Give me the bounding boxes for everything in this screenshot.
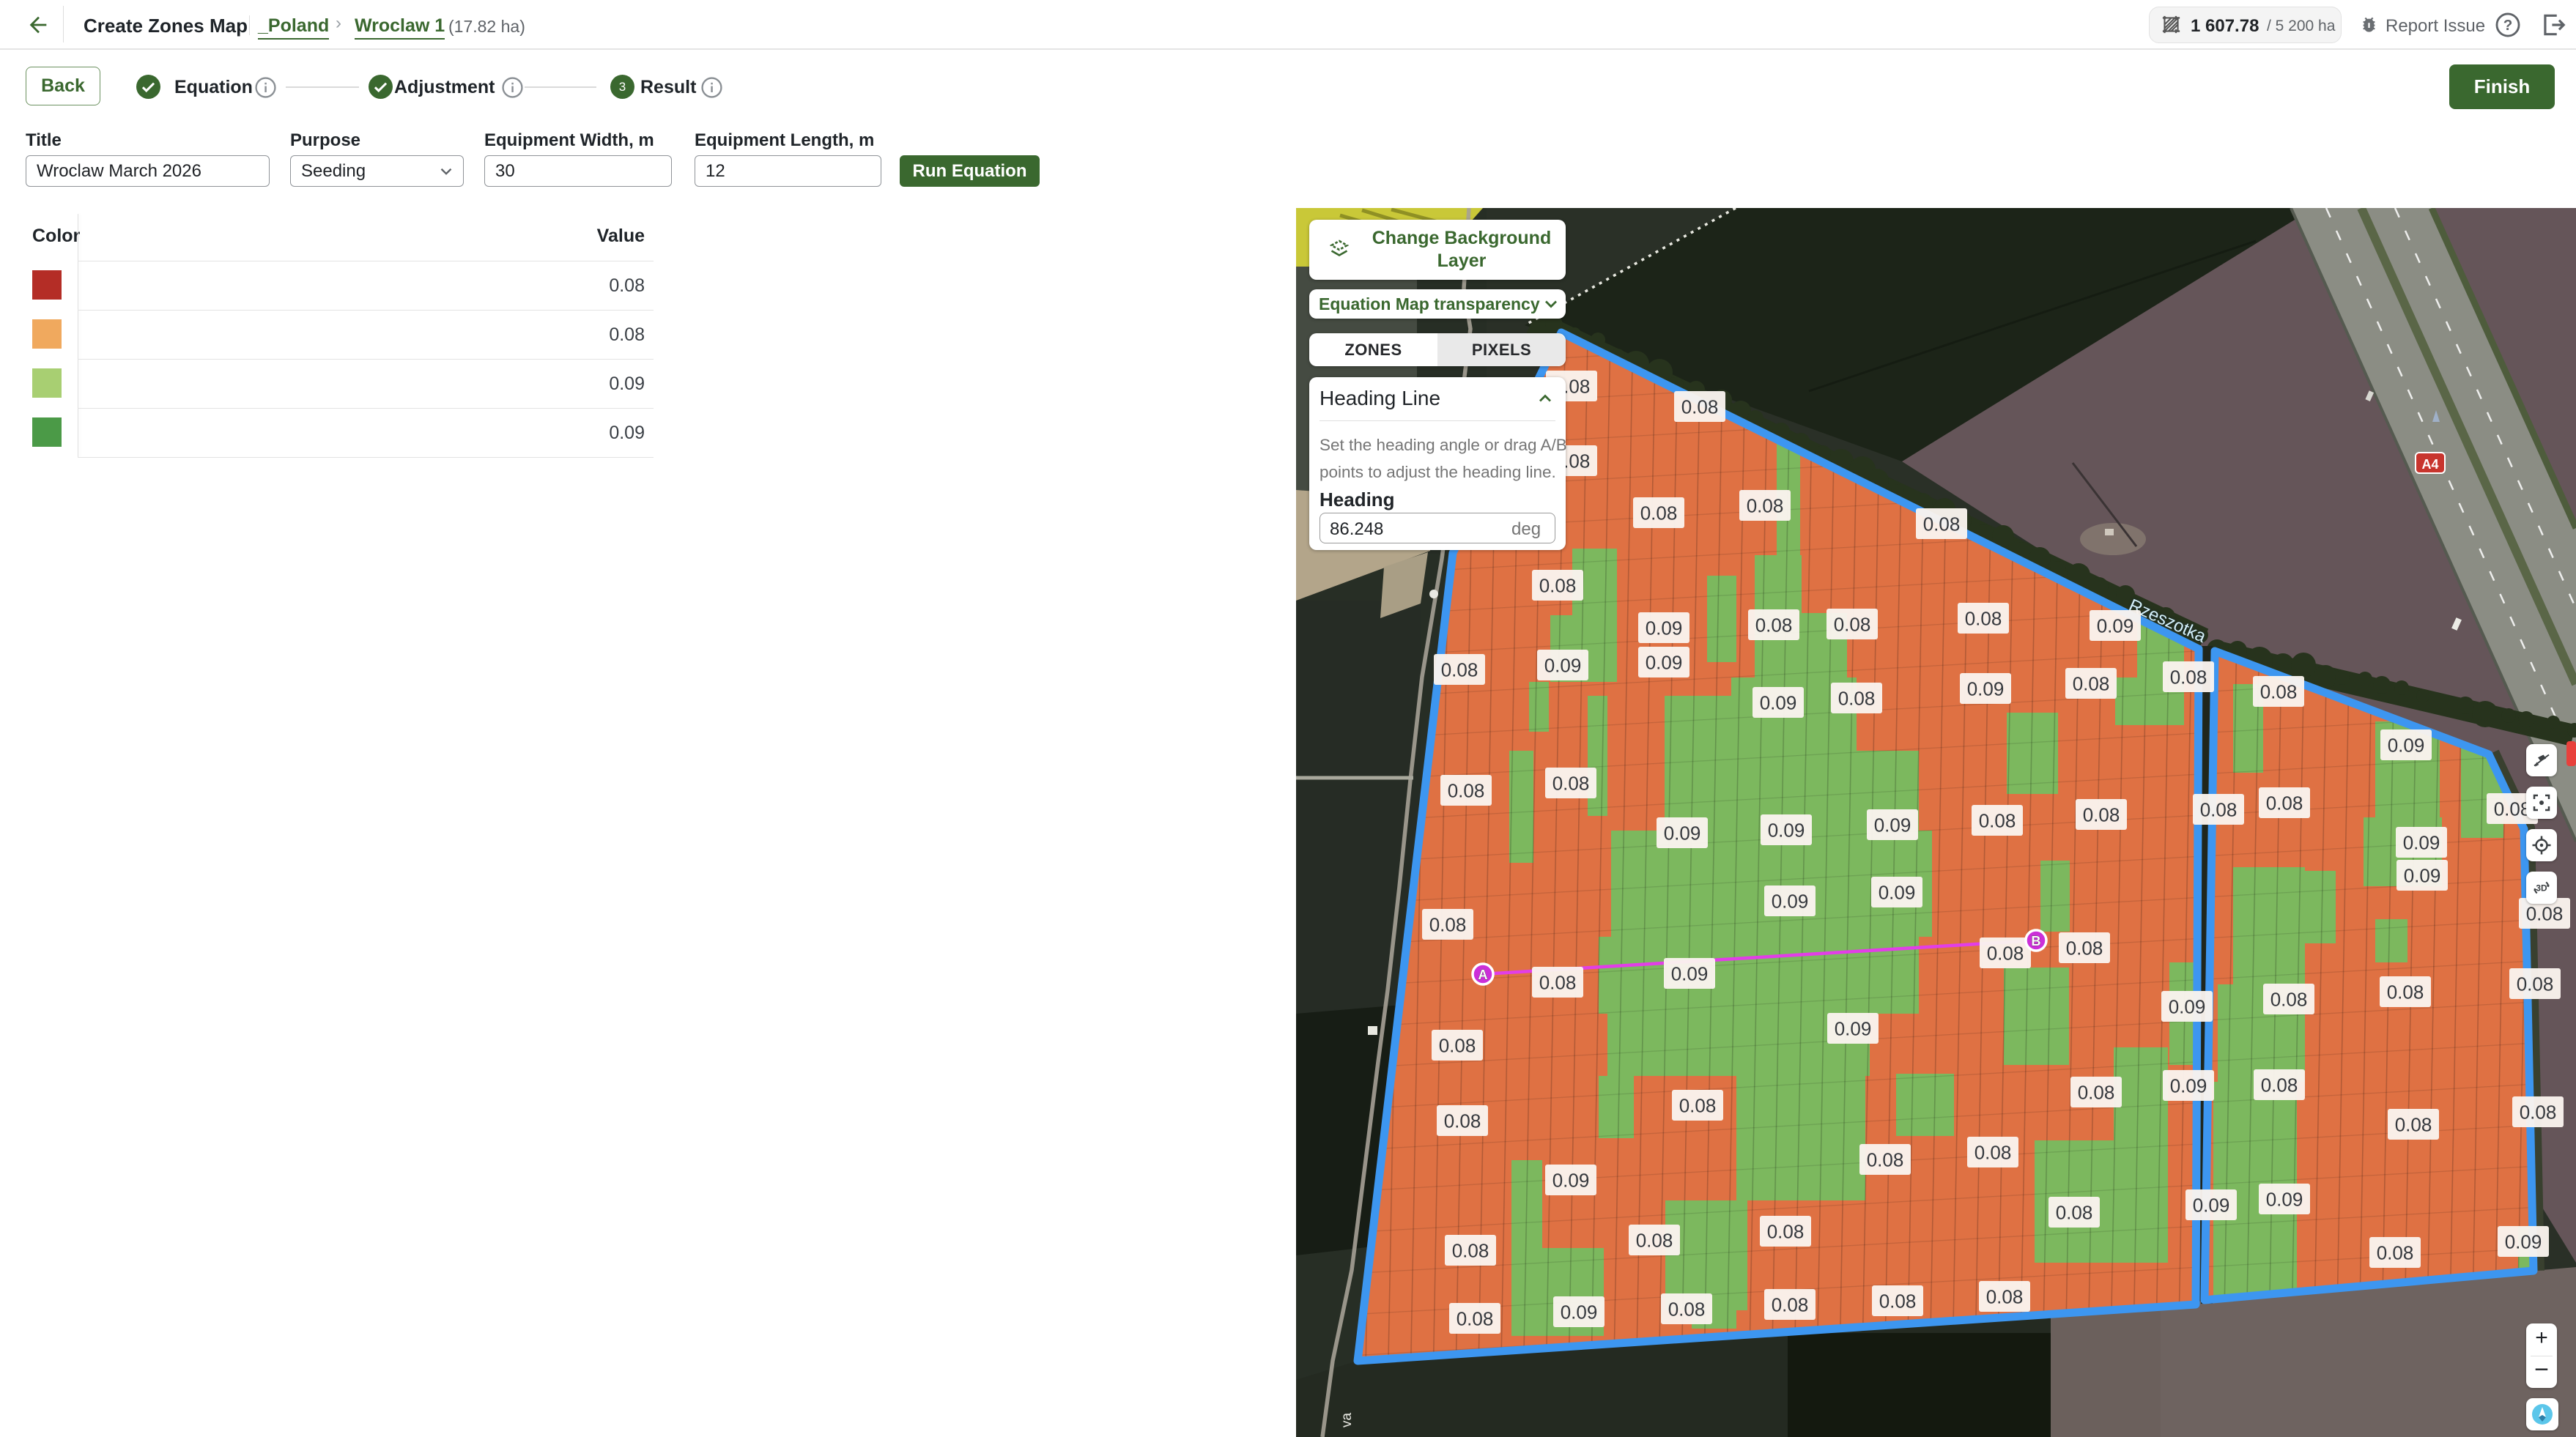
svg-text:0.08: 0.08: [2083, 804, 2120, 826]
svg-text:0.08: 0.08: [1965, 608, 2002, 630]
svg-text:0.08: 0.08: [2526, 903, 2564, 925]
svg-text:0.08: 0.08: [2395, 1114, 2432, 1136]
svg-text:0.09: 0.09: [2097, 615, 2134, 637]
svg-text:0.08: 0.08: [2078, 1082, 2115, 1104]
svg-text:0.08: 0.08: [1539, 972, 1577, 994]
svg-text:?: ?: [2503, 17, 2513, 34]
svg-text:0.08: 0.08: [1979, 810, 2016, 832]
svg-text:0.08: 0.08: [1974, 1142, 2012, 1164]
svg-text:0.08: 0.08: [2266, 792, 2303, 814]
svg-text:0.08: 0.08: [1539, 575, 1577, 597]
svg-text:0.09: 0.09: [1835, 1018, 1872, 1040]
svg-text:0.09: 0.09: [2193, 1195, 2230, 1217]
svg-text:0.08: 0.08: [2073, 673, 2110, 695]
svg-text:B: B: [2032, 934, 2041, 948]
svg-text:0.08: 0.08: [1923, 513, 1961, 535]
svg-text:0.08: 0.08: [1640, 502, 1678, 524]
svg-text:0.08: 0.08: [1441, 659, 1478, 681]
svg-text:0.08: 0.08: [2170, 666, 2207, 688]
svg-text:0.08: 0.08: [1755, 614, 1793, 636]
svg-text:0.09: 0.09: [1561, 1302, 1598, 1323]
svg-text:0.09: 0.09: [1552, 1170, 1590, 1192]
svg-text:0.08: 0.08: [1986, 1286, 2024, 1308]
svg-text:0.09: 0.09: [1646, 652, 1683, 674]
svg-text:0.09: 0.09: [1772, 891, 1809, 913]
svg-text:0.09: 0.09: [1967, 678, 2005, 700]
svg-text:0.08: 0.08: [1429, 914, 1467, 936]
svg-text:va: va: [1339, 1413, 1355, 1428]
svg-text:0.08: 0.08: [1552, 773, 1590, 795]
svg-text:0.09: 0.09: [1768, 820, 1805, 842]
svg-text:0.08: 0.08: [1834, 614, 1871, 636]
svg-text:0.08: 0.08: [1987, 943, 2024, 965]
svg-text:0.08: 0.08: [1452, 1240, 1489, 1262]
svg-text:0.08: 0.08: [2377, 1242, 2414, 1264]
svg-text:0.09: 0.09: [2170, 1075, 2207, 1097]
svg-text:A4: A4: [2421, 457, 2438, 472]
svg-text:0.08: 0.08: [1679, 1095, 1717, 1117]
svg-text:0.08: 0.08: [2517, 973, 2554, 995]
svg-text:0.08: 0.08: [2056, 1202, 2093, 1224]
svg-text:0.09: 0.09: [2403, 832, 2440, 854]
svg-text:0.08: 0.08: [2066, 937, 2103, 959]
svg-text:0.09: 0.09: [2505, 1231, 2542, 1253]
svg-text:0.08: 0.08: [1867, 1149, 1904, 1171]
svg-text:0.08: 0.08: [1636, 1230, 1673, 1252]
svg-text:0.09: 0.09: [1760, 692, 1797, 714]
svg-text:0.08: 0.08: [1879, 1291, 1917, 1312]
svg-text:0.09: 0.09: [1664, 823, 1701, 844]
svg-text:0.08: 0.08: [1668, 1299, 1706, 1321]
svg-text:0.08: 0.08: [1767, 1221, 1805, 1243]
svg-text:0.09: 0.09: [1646, 617, 1683, 639]
svg-text:3D: 3D: [2536, 883, 2547, 893]
svg-text:0.08: 0.08: [2520, 1102, 2557, 1124]
svg-text:0.08: 0.08: [2261, 1074, 2298, 1096]
svg-text:0.08: 0.08: [2260, 681, 2298, 703]
svg-text:0.08: 0.08: [2494, 798, 2531, 820]
svg-text:0.09: 0.09: [1671, 963, 1709, 985]
svg-text:0.09: 0.09: [2169, 996, 2206, 1018]
svg-text:0.09: 0.09: [1879, 882, 1916, 904]
svg-text:0.09: 0.09: [2266, 1189, 2303, 1211]
svg-text:0.08: 0.08: [1439, 1035, 1476, 1057]
svg-text:0.08: 0.08: [1444, 1110, 1481, 1132]
svg-text:0.08: 0.08: [2270, 989, 2308, 1011]
svg-text:0.08: 0.08: [1772, 1294, 1809, 1316]
svg-text:0.09: 0.09: [2388, 735, 2425, 757]
svg-text:0.08: 0.08: [2387, 981, 2424, 1003]
svg-text:0.08: 0.08: [1457, 1308, 1494, 1330]
svg-text:0.08: 0.08: [1838, 688, 1876, 710]
svg-text:0.08: 0.08: [1747, 495, 1784, 517]
svg-text:0.08: 0.08: [1681, 396, 1719, 418]
svg-text:A: A: [1478, 968, 1488, 982]
svg-text:0.08: 0.08: [1448, 780, 1485, 802]
svg-text:0.09: 0.09: [2404, 865, 2441, 887]
svg-text:0.08: 0.08: [2200, 799, 2238, 821]
svg-text:0.09: 0.09: [1544, 655, 1582, 677]
svg-text:0.09: 0.09: [1874, 814, 1911, 836]
